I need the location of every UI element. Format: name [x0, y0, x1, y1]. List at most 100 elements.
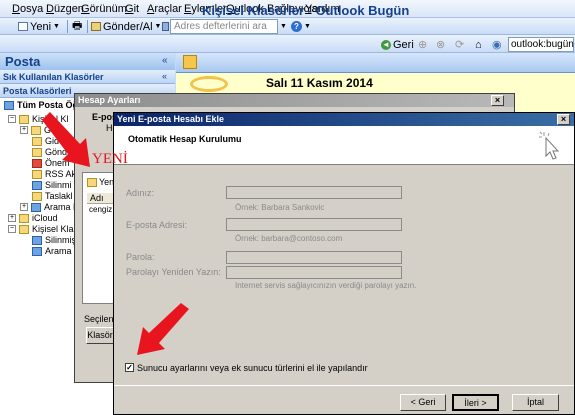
- new-button[interactable]: Yeni ▼: [18, 19, 60, 34]
- trash-icon: [32, 235, 42, 245]
- password-label: Parola:: [126, 252, 155, 262]
- add-email-account-dialog: Yeni E-posta Hesabı Ekle × Otomatik Hesa…: [113, 112, 575, 415]
- drafts-icon: [32, 191, 42, 201]
- new-account-icon: [87, 177, 97, 187]
- new-button-label: Yeni: [30, 20, 52, 33]
- password-input[interactable]: [226, 251, 402, 264]
- email-label: E-posta Adresi:: [126, 220, 188, 230]
- web-search-button[interactable]: ◉: [492, 37, 502, 52]
- account-settings-title: Hesap Ayarları: [75, 94, 514, 107]
- tree-item-icloud[interactable]: + iCloud: [8, 213, 58, 223]
- tree-item-label: Silinmiş: [45, 235, 77, 245]
- address-book-button[interactable]: [162, 19, 169, 34]
- menu-duzgen[interactable]: Düzgen: [46, 3, 84, 15]
- favorites-section-header[interactable]: Sık Kullanılan Klasörler: [0, 70, 175, 84]
- menu-dosya[interactable]: Dosya: [12, 3, 43, 15]
- tree-item-personal-folders-2[interactable]: − Kişisel Klasö: [8, 224, 83, 234]
- send-receive-icon: [91, 22, 101, 31]
- new-account-label: Yen: [99, 177, 115, 187]
- search-folder-icon: [31, 202, 41, 212]
- web-toolbar: ◄ Geri ⊕ ⊗ ⟳ ⌂ ◉ outlook:bugün: [0, 35, 575, 53]
- password-repeat-input[interactable]: [226, 266, 402, 279]
- trash-icon: [32, 180, 42, 190]
- send-receive-button[interactable]: Gönder/Al ▼: [91, 19, 161, 34]
- address-search-input[interactable]: Adres defterlerini ara: [170, 19, 278, 34]
- folder-button[interactable]: Klasör: [86, 327, 114, 344]
- all-mail-items[interactable]: Tüm Posta Öğe: [4, 100, 83, 110]
- new-account-button[interactable]: Yen: [87, 177, 114, 187]
- password-hint: Internet servis sağlayıcınızın verdiği p…: [235, 281, 417, 290]
- chevron-up-icon[interactable]: «: [162, 71, 167, 81]
- back-button[interactable]: < Geri: [400, 394, 446, 411]
- tree-item-drafts[interactable]: Taslakl: [32, 191, 73, 201]
- dropdown-arrow-icon: ▼: [53, 23, 60, 30]
- main-header: [176, 53, 575, 73]
- dropdown-arrow-icon: ▼: [280, 23, 287, 30]
- outlook-today-icon: [183, 55, 197, 69]
- home-button[interactable]: ⌂: [475, 37, 482, 52]
- stop-icon: ⊗: [436, 39, 446, 51]
- collapse-chevron-icon[interactable]: «: [162, 55, 168, 66]
- new-mail-icon: [18, 22, 28, 31]
- back-arrow-icon: ◄: [381, 39, 391, 50]
- cursor-sparkle-icon: [539, 131, 560, 160]
- refresh-icon: ⟳: [455, 39, 465, 51]
- manual-config-label: Sunucu ayarlarını veya ek sunucu türleri…: [137, 363, 368, 373]
- send-receive-label: Gönder/Al: [103, 20, 153, 33]
- url-input[interactable]: outlook:bugün: [508, 37, 574, 52]
- wizard-header: Otomatik Hesap Kurulumu: [114, 126, 574, 165]
- address-dropdown-button[interactable]: ▼: [280, 19, 287, 34]
- forward-button[interactable]: ⊕: [418, 37, 427, 52]
- collapse-toggle-icon[interactable]: −: [8, 225, 16, 233]
- page-title: Kişisel Klasörler - Outlook Bugün: [202, 3, 410, 18]
- menu-git[interactable]: Git: [125, 3, 139, 15]
- wizard-header-title: Otomatik Hesap Kurulumu: [128, 134, 242, 144]
- folder-icon: [19, 213, 29, 223]
- tree-item-search-2[interactable]: Arama K: [32, 246, 80, 256]
- manual-config-checkbox[interactable]: ✓: [125, 363, 134, 372]
- tree-item-label: Taslakl: [45, 191, 73, 201]
- dropdown-arrow-icon: ▼: [154, 23, 162, 30]
- password-repeat-label: Parolayı Yeniden Yazın:: [126, 267, 221, 277]
- cancel-button[interactable]: İptal: [512, 394, 559, 411]
- name-hint: Örnek: Barbara Sankovic: [235, 203, 325, 212]
- expand-toggle-icon[interactable]: +: [8, 214, 16, 222]
- dropdown-arrow-icon: ▼: [304, 23, 311, 30]
- collapse-toggle-icon[interactable]: −: [8, 115, 16, 123]
- email-input[interactable]: [226, 218, 402, 231]
- tree-item-search-folders[interactable]: + Arama K: [20, 202, 79, 212]
- globe-icon: ◉: [492, 39, 502, 51]
- email-hint: Örnek: barbara@contoso.com: [235, 234, 343, 243]
- forward-arrow-icon: ⊕: [418, 39, 428, 51]
- help-button[interactable]: ? ▼: [291, 19, 311, 34]
- close-icon[interactable]: ×: [557, 114, 570, 125]
- name-input[interactable]: [226, 186, 402, 199]
- account-row[interactable]: cengiz: [89, 205, 112, 214]
- close-icon[interactable]: ×: [491, 95, 504, 106]
- printer-icon: 🖶: [72, 20, 83, 32]
- nav-pane-title: Posta: [0, 53, 175, 70]
- help-icon: ?: [291, 21, 302, 32]
- expand-toggle-icon[interactable]: +: [20, 126, 28, 134]
- back-button[interactable]: ◄ Geri: [381, 37, 414, 52]
- next-button[interactable]: İleri >: [452, 394, 499, 411]
- today-date: Salı 11 Kasım 2014: [266, 76, 373, 90]
- refresh-button[interactable]: ⟳: [455, 37, 464, 52]
- outlook-today-logo: [190, 76, 228, 92]
- add-account-title: Yeni E-posta Hesabı Ekle: [114, 113, 574, 126]
- folder-icon: [19, 114, 29, 124]
- standard-toolbar: Yeni ▼ 🖶 Gönder/Al ▼ Adres defterlerini …: [0, 18, 575, 35]
- footer-divider: [114, 385, 574, 386]
- home-icon: ⌂: [475, 38, 482, 51]
- annotation-arrow-top: [42, 112, 90, 167]
- tree-item-deleted[interactable]: Silinmi: [32, 180, 72, 190]
- menu-araclar[interactable]: Araçlar: [147, 3, 182, 15]
- annotation-arrow-bottom: [137, 303, 189, 355]
- stop-button[interactable]: ⊗: [436, 37, 445, 52]
- menu-gorunum[interactable]: Görünüm: [81, 3, 127, 15]
- tree-item-deleted-2[interactable]: Silinmiş: [32, 235, 76, 245]
- expand-toggle-icon[interactable]: +: [20, 203, 28, 211]
- all-mail-icon: [4, 100, 14, 110]
- print-button[interactable]: 🖶: [72, 19, 82, 34]
- tree-item-label: Silinmi: [45, 180, 72, 190]
